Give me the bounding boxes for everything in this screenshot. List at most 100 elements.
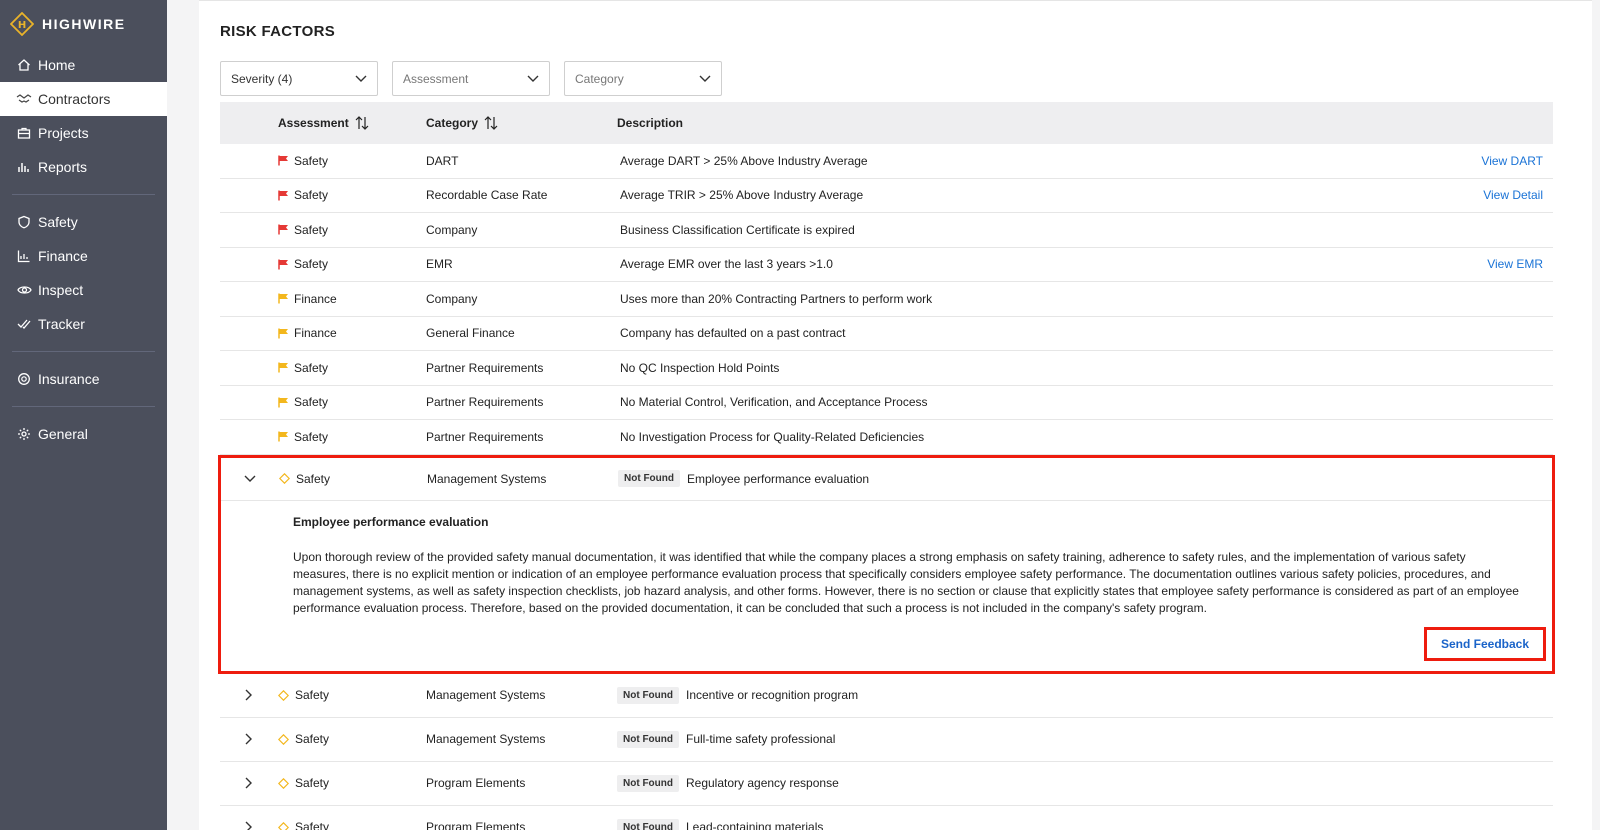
table-row[interactable]: Finance Company Uses more than 20% Contrac… [220,282,1553,317]
line-chart-icon [16,248,32,264]
flag-icon [278,362,289,373]
chevron-right-icon[interactable] [220,821,278,830]
assessment-cell: Safety [294,222,329,237]
table-row[interactable]: Safety Company Business Classification Cer… [220,213,1553,248]
description-cell: No Material Control, Verification, and A… [620,395,928,410]
assessment-cell: Safety [294,257,329,272]
assessment-cell: Safety [295,688,330,702]
severity-filter-dropdown[interactable]: Severity (4) [220,61,378,96]
table-row[interactable]: Safety Partner Requirements No Investigati… [220,420,1553,455]
description-cell: Incentive or recognition program [685,688,859,702]
flag-icon [278,293,289,304]
description-cell: No Investigation Process for Quality-Rel… [620,429,925,444]
filter-label: Severity (4) [231,71,293,86]
sidebar-item-label: General [38,426,88,442]
flag-icon [278,431,289,442]
assessment-cell: Safety [294,153,329,168]
briefcase-icon [16,125,32,141]
shield-icon [16,214,32,230]
description-cell: Employee performance evaluation [686,471,870,486]
assessment-cell: Safety [294,360,329,375]
assessment-cell: Safety [295,776,330,790]
description-cell: Average DART > 25% Above Industry Averag… [620,153,868,168]
category-column-header[interactable]: Category [426,116,617,130]
table-row[interactable]: Safety EMR Average EMR over the last 3 yea… [220,248,1553,282]
assessment-cell: Safety [294,188,329,203]
assessment-cell: Safety [296,471,331,486]
sidebar-item-label: Projects [38,125,89,141]
gear-icon [16,426,32,442]
sidebar-item-safety[interactable]: Safety [0,205,167,239]
sidebar-item-finance[interactable]: Finance [0,239,167,273]
brand-name: HIGHWIRE [42,16,126,32]
chevron-right-icon[interactable] [220,733,278,745]
assessment-cell: Safety [295,820,330,830]
sidebar: H HIGHWIRE Home Contractors Projects Rep… [0,0,167,830]
risk-factors-panel: RISK FACTORS Severity (4) Assessment Cat… [199,0,1592,830]
sidebar-item-home[interactable]: Home [0,48,167,82]
detail-title: Employee performance evaluation [293,514,489,529]
risk-factors-table: Assessment Category Description Safety DA… [218,102,1555,830]
highwire-logo-icon: H [10,12,34,36]
table-row[interactable]: Safety Recordable Case Rate Average TRIR >… [220,179,1553,213]
table-row[interactable]: Safety Program Elements Not Found Lead-cont… [220,806,1553,830]
flag-icon [278,155,289,166]
assessment-cell: Finance [294,326,337,341]
sidebar-item-contractors[interactable]: Contractors [0,82,167,116]
row-action-link[interactable]: View Detail [1483,188,1543,202]
chevron-right-icon[interactable] [220,777,278,789]
chevron-right-icon[interactable] [220,689,278,701]
sidebar-item-reports[interactable]: Reports [0,150,167,184]
flag-icon [278,397,289,408]
category-filter-dropdown[interactable]: Category [564,61,722,96]
sidebar-item-projects[interactable]: Projects [0,116,167,150]
table-row[interactable]: Safety DART Average DART > 25% Above Indus… [220,144,1553,179]
sidebar-item-tracker[interactable]: Tracker [0,307,167,341]
description-cell: Business Classification Certificate is e… [620,222,855,237]
category-cell: Company [426,222,478,237]
detail-text: Upon thorough review of the provided saf… [293,549,1519,615]
sidebar-item-label: Inspect [38,282,84,298]
assessment-column-header[interactable]: Assessment [278,116,426,130]
row-action-link[interactable]: View DART [1481,154,1543,168]
sidebar-item-insurance[interactable]: Insurance [0,362,167,396]
column-header-label: Category [426,116,479,130]
sort-icon[interactable] [484,116,498,130]
table-row[interactable]: Safety Management Systems Not Found Empl… [221,458,1552,501]
sort-icon[interactable] [355,116,369,130]
sidebar-item-general[interactable]: General [0,417,167,451]
table-row[interactable]: Safety Program Elements Not Found Regulator… [220,762,1553,806]
category-cell: EMR [426,257,453,272]
chevron-down-icon[interactable] [221,475,279,483]
table-row[interactable]: Safety Management Systems Not Found Full-ti… [220,718,1553,762]
category-cell: Recordable Case Rate [426,188,548,203]
row-action-link[interactable]: View EMR [1487,257,1543,271]
column-header-label: Assessment [278,116,349,130]
assessment-cell: Finance [294,291,337,306]
sidebar-item-inspect[interactable]: Inspect [0,273,167,307]
diamond-icon [279,473,290,484]
column-header-label: Description [617,116,684,130]
sidebar-item-label: Insurance [38,371,100,387]
table-row[interactable]: Safety Partner Requirements No Material Co… [220,386,1553,420]
bar-chart-icon [16,159,32,175]
table-row[interactable]: Finance General Finance Company has defaul… [220,317,1553,351]
table-row[interactable]: Safety Partner Requirements No QC Inspecti… [220,351,1553,386]
category-cell: DART [426,153,459,168]
logo[interactable]: H HIGHWIRE [0,0,167,48]
description-cell: Lead-containing materials [685,820,824,830]
sidebar-divider [12,406,155,407]
expanded-detail: Employee performance evaluation Upon tho… [221,501,1552,671]
description-cell: No QC Inspection Hold Points [620,360,780,375]
category-cell: Partner Requirements [426,395,544,410]
category-cell: General Finance [426,326,515,341]
sidebar-item-label: Home [38,57,76,73]
filter-bar: Severity (4) Assessment Category [220,61,736,96]
table-row[interactable]: Safety Management Systems Not Found Incenti… [220,674,1553,718]
diamond-icon [278,777,289,789]
assessment-cell: Safety [294,395,329,410]
flag-icon [278,259,289,270]
sidebar-item-label: Finance [38,248,88,264]
send-feedback-button[interactable]: Send Feedback [1423,626,1546,661]
assessment-filter-dropdown[interactable]: Assessment [392,61,550,96]
